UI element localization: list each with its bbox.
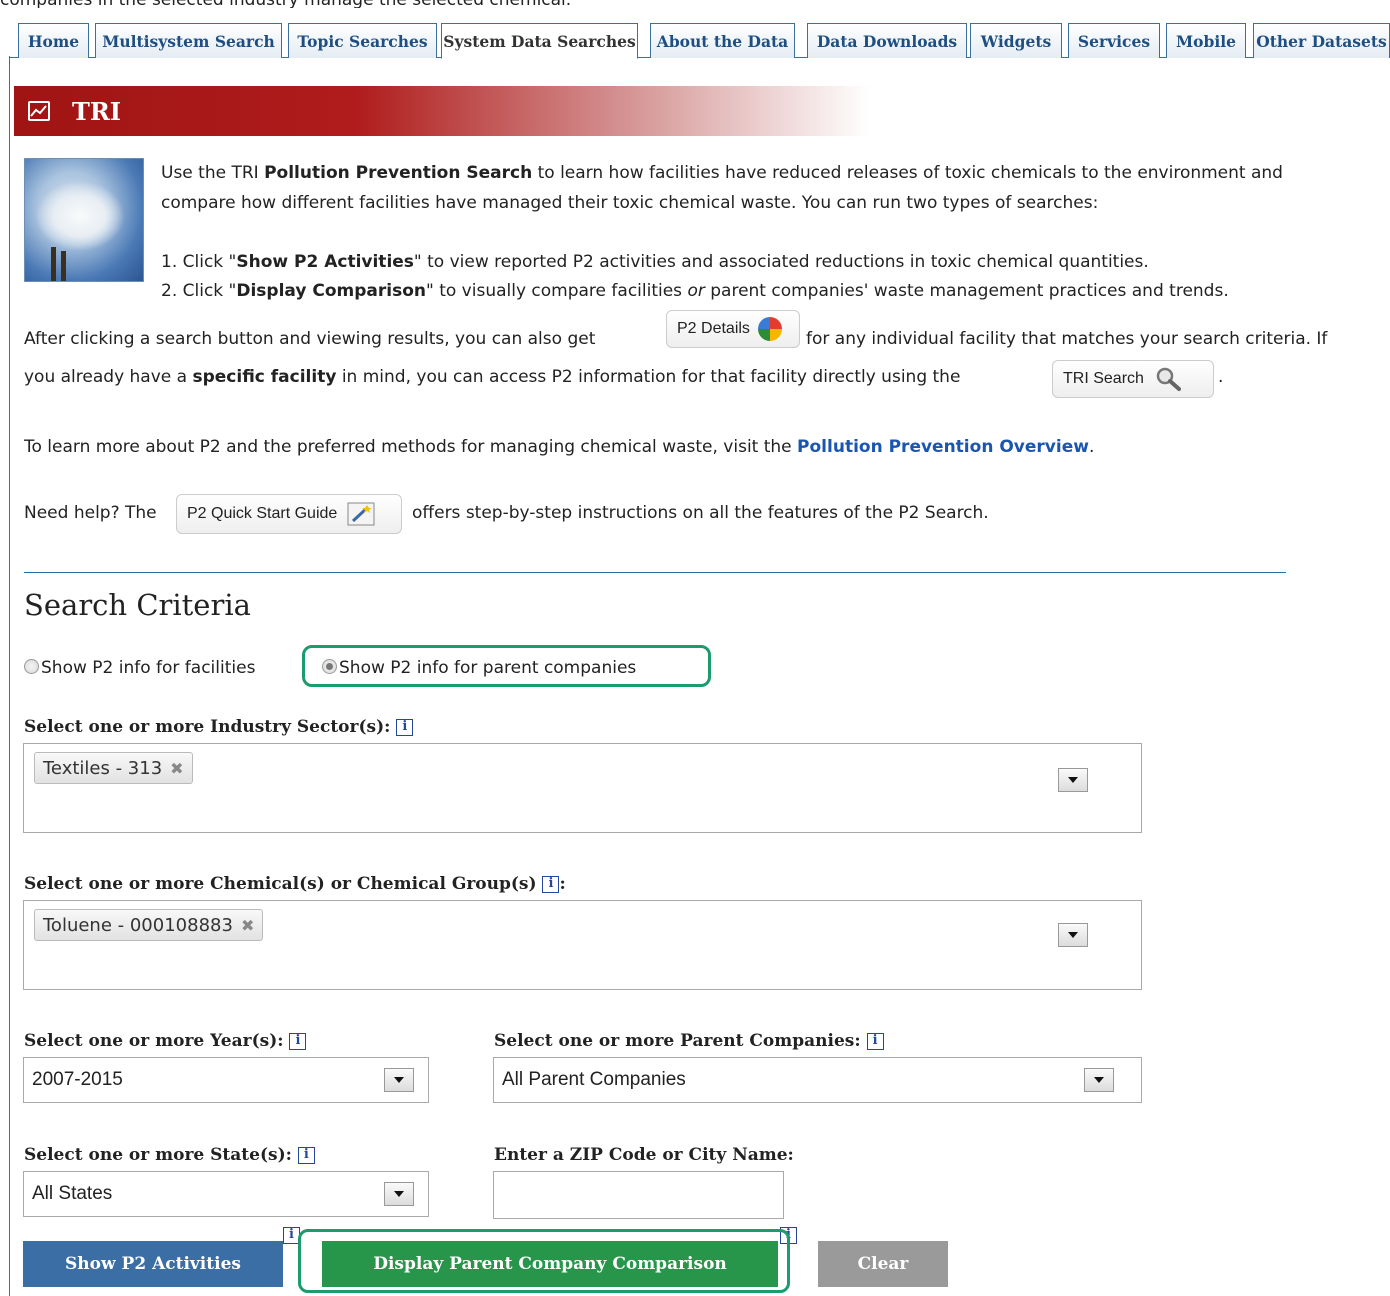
tab-about-the-data[interactable]: About the Data xyxy=(650,23,795,58)
state-select[interactable]: All States xyxy=(23,1171,429,1217)
tab-widgets[interactable]: Widgets xyxy=(970,23,1062,58)
chemical-chip: Toluene - 000108883 ✖ xyxy=(34,909,264,941)
chemical-select[interactable]: Toluene - 000108883 ✖ xyxy=(23,900,1142,990)
tab-topic-searches[interactable]: Topic Searches xyxy=(288,23,437,58)
zip-input[interactable] xyxy=(493,1171,784,1219)
section-divider xyxy=(24,572,1286,573)
pollution-prevention-overview-link[interactable]: Pollution Prevention Overview xyxy=(797,437,1089,457)
quick-start-label: P2 Quick Start Guide xyxy=(187,505,338,522)
magnifier-icon xyxy=(1156,367,1181,391)
after-search-text: After clicking a search button and viewi… xyxy=(24,329,596,349)
tab-data-downloads[interactable]: Data Downloads xyxy=(807,23,967,58)
specific-facility-end: . xyxy=(1218,367,1224,387)
remove-chip-icon[interactable]: ✖ xyxy=(170,759,183,778)
dropdown-arrow-icon[interactable] xyxy=(384,1068,414,1092)
industry-sector-label: Select one or more Industry Sector(s): i xyxy=(24,717,414,737)
need-help-text-2: offers step-by-step instructions on all … xyxy=(412,503,989,523)
cut-off-text: companies in the selected industry manag… xyxy=(0,0,1000,8)
clear-button[interactable]: Clear xyxy=(818,1241,948,1287)
intro-step-2: 2. Click "Display Comparison" to visuall… xyxy=(161,281,1229,301)
dropdown-arrow-icon[interactable] xyxy=(1058,768,1088,792)
tab-services[interactable]: Services xyxy=(1068,23,1160,58)
tab-other-datasets[interactable]: Other Datasets xyxy=(1253,23,1390,58)
wand-icon xyxy=(347,502,375,526)
tri-search-button[interactable]: TRI Search xyxy=(1052,360,1214,398)
chart-icon xyxy=(28,101,50,121)
tab-mobile[interactable]: Mobile xyxy=(1166,23,1246,58)
search-criteria-heading: Search Criteria xyxy=(24,588,251,622)
radio-facilities[interactable] xyxy=(24,658,39,674)
dropdown-arrow-icon[interactable] xyxy=(1084,1068,1114,1092)
parent-company-label: Select one or more Parent Companies: i xyxy=(494,1031,884,1051)
intro-paragraph-line-1: Use the TRI Pollution Prevention Search … xyxy=(161,163,1283,183)
remove-chip-icon[interactable]: ✖ xyxy=(241,916,254,935)
display-parent-company-comparison-button[interactable]: Display Parent Company Comparison xyxy=(322,1241,778,1287)
intro-step-1: 1. Click "Show P2 Activities" to view re… xyxy=(161,252,1149,272)
banner-title: TRI xyxy=(72,96,122,126)
p2-details-label: P2 Details xyxy=(677,320,750,337)
p2-quick-start-guide-button[interactable]: P2 Quick Start Guide xyxy=(176,494,402,534)
info-icon[interactable]: i xyxy=(542,876,560,893)
tri-banner: TRI xyxy=(14,86,870,136)
content-frame-border xyxy=(9,56,10,1296)
info-icon[interactable]: i xyxy=(297,1147,315,1164)
industry-sector-select[interactable]: Textiles - 313 ✖ xyxy=(23,743,1142,833)
show-p2-activities-button[interactable]: Show P2 Activities xyxy=(23,1241,283,1287)
industry-chip: Textiles - 313 ✖ xyxy=(34,752,193,784)
zip-label: Enter a ZIP Code or City Name: xyxy=(494,1145,794,1165)
info-icon[interactable]: i xyxy=(866,1033,884,1050)
intro-paragraph-line-2: compare how different facilities have ma… xyxy=(161,193,1099,213)
tri-search-label: TRI Search xyxy=(1063,370,1144,387)
info-icon[interactable]: i xyxy=(396,719,414,736)
tab-home[interactable]: Home xyxy=(18,23,89,58)
radio-parent-companies[interactable] xyxy=(322,658,337,674)
specific-facility-text: you already have a specific facility in … xyxy=(24,367,961,387)
tab-multisystem-search[interactable]: Multisystem Search xyxy=(95,23,282,58)
radio-facilities-option[interactable]: Show P2 info for facilities xyxy=(24,657,255,679)
need-help-text: Need help? The xyxy=(24,503,157,523)
info-icon[interactable]: i xyxy=(289,1033,307,1050)
year-label: Select one or more Year(s): i xyxy=(24,1031,307,1051)
dropdown-arrow-icon[interactable] xyxy=(384,1182,414,1206)
state-label: Select one or more State(s): i xyxy=(24,1145,315,1165)
dropdown-arrow-icon[interactable] xyxy=(1058,923,1088,947)
tab-bar: Home Multisystem Search Topic Searches S… xyxy=(10,20,1390,59)
parent-company-select[interactable]: All Parent Companies xyxy=(493,1057,1142,1103)
learn-more-text: To learn more about P2 and the preferred… xyxy=(24,437,1095,457)
chemical-label: Select one or more Chemical(s) or Chemic… xyxy=(24,874,566,894)
tab-system-data-searches[interactable]: System Data Searches xyxy=(441,23,638,59)
year-select[interactable]: 2007-2015 xyxy=(23,1057,429,1103)
p2-details-button[interactable]: P2 Details xyxy=(666,310,800,348)
pie-chart-icon xyxy=(757,317,782,341)
radio-parent-option[interactable]: Show P2 info for parent companies xyxy=(322,657,636,679)
after-search-text-2: for any individual facility that matches… xyxy=(806,329,1328,349)
smokestack-image xyxy=(24,158,144,282)
